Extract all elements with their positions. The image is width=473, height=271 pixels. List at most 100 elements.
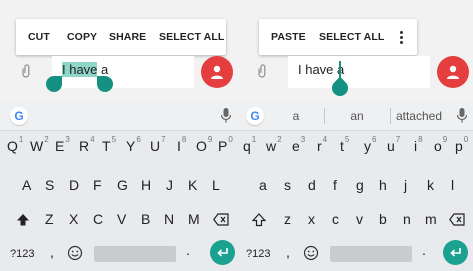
more-vert-icon[interactable]: [400, 31, 403, 46]
emoji-icon[interactable]: [67, 245, 83, 261]
mic-icon[interactable]: [221, 108, 231, 124]
paste-button[interactable]: PASTE: [271, 19, 306, 55]
spacebar[interactable]: [330, 246, 412, 262]
comma-key[interactable]: ,: [50, 244, 54, 260]
key-j[interactable]: j: [404, 177, 407, 193]
key-w[interactable]: W2: [30, 135, 49, 154]
keyboard: G a an attached q1 w2 e3 r4 t5 y6 u7 i8 …: [236, 102, 473, 271]
google-icon[interactable]: G: [246, 107, 264, 125]
key-hint: 5: [111, 135, 117, 144]
google-icon[interactable]: G: [10, 107, 28, 125]
person-icon: [447, 65, 459, 79]
key-o[interactable]: O9: [196, 135, 212, 154]
key-s[interactable]: s: [284, 177, 291, 193]
text-selection-menu: CUT COPY SHARE SELECT ALL: [16, 19, 226, 55]
suggestion-3[interactable]: attached: [392, 102, 446, 130]
key-s[interactable]: S: [45, 177, 54, 193]
key-c[interactable]: C: [93, 211, 103, 227]
key-o[interactable]: o9: [434, 135, 447, 154]
key-v[interactable]: V: [117, 211, 126, 227]
comma-key[interactable]: ,: [286, 244, 290, 260]
share-button[interactable]: SHARE: [109, 19, 146, 55]
selection-end-handle[interactable]: [97, 76, 113, 92]
emoji-icon[interactable]: [303, 245, 319, 261]
key-f[interactable]: F: [93, 177, 102, 193]
key-h[interactable]: H: [141, 177, 151, 193]
enter-button[interactable]: [443, 240, 468, 265]
contact-avatar-button[interactable]: [201, 56, 233, 88]
period-key[interactable]: .: [186, 242, 190, 258]
key-l[interactable]: L: [212, 177, 220, 193]
key-t[interactable]: T5: [102, 135, 117, 154]
key-p[interactable]: p0: [455, 135, 468, 154]
paperclip-icon[interactable]: [20, 64, 34, 78]
key-h[interactable]: h: [379, 177, 387, 193]
key-g[interactable]: G: [117, 177, 128, 193]
backspace-icon[interactable]: [213, 213, 229, 226]
cut-button[interactable]: CUT: [28, 19, 50, 55]
key-b[interactable]: b: [379, 211, 387, 227]
backspace-icon[interactable]: [449, 213, 465, 226]
key-l[interactable]: l: [451, 177, 454, 193]
key-r[interactable]: r4: [317, 135, 327, 154]
selection-start-handle[interactable]: [46, 76, 62, 92]
enter-icon: [217, 248, 228, 257]
message-input[interactable]: I have a: [288, 56, 430, 88]
key-k[interactable]: k: [427, 177, 434, 193]
key-x[interactable]: X: [69, 211, 78, 227]
key-e[interactable]: E3: [55, 135, 70, 154]
key-q[interactable]: q1: [243, 135, 256, 154]
key-y[interactable]: y6: [364, 135, 376, 154]
key-n[interactable]: N: [164, 211, 174, 227]
key-w[interactable]: w2: [266, 135, 282, 154]
key-i[interactable]: i8: [414, 135, 423, 154]
key-k[interactable]: K: [188, 177, 197, 193]
key-p[interactable]: P0: [218, 135, 233, 154]
key-r[interactable]: R4: [79, 135, 95, 154]
key-q[interactable]: Q1: [7, 135, 23, 154]
key-m[interactable]: M: [188, 211, 200, 227]
key-t[interactable]: t5: [340, 135, 349, 154]
symbols-key[interactable]: ?123: [10, 248, 34, 260]
copy-button[interactable]: COPY: [67, 19, 97, 55]
period-key[interactable]: .: [422, 242, 426, 258]
shift-icon[interactable]: [252, 213, 266, 227]
key-d[interactable]: d: [308, 177, 316, 193]
input-text: I have a: [62, 62, 108, 77]
key-z[interactable]: z: [284, 211, 291, 227]
suggestion-2[interactable]: an: [332, 102, 382, 130]
key-a[interactable]: a: [259, 177, 267, 193]
key-hint: 4: [90, 135, 95, 144]
key-j[interactable]: J: [166, 177, 173, 193]
key-v[interactable]: v: [356, 211, 363, 227]
suggestion-1[interactable]: a: [276, 102, 316, 130]
key-c[interactable]: c: [332, 211, 339, 227]
shift-icon[interactable]: [16, 213, 30, 227]
symbols-key[interactable]: ?123: [246, 248, 270, 260]
key-b[interactable]: B: [141, 211, 150, 227]
key-label: u: [387, 138, 395, 154]
key-m[interactable]: m: [425, 211, 437, 227]
mic-icon[interactable]: [457, 108, 467, 124]
key-hint: 0: [228, 135, 233, 144]
enter-button[interactable]: [210, 240, 235, 265]
contact-avatar-button[interactable]: [437, 56, 469, 88]
key-g[interactable]: g: [356, 177, 364, 193]
message-input[interactable]: I have a: [52, 56, 194, 88]
spacebar[interactable]: [94, 246, 176, 262]
key-y[interactable]: Y6: [126, 135, 141, 154]
paperclip-icon[interactable]: [256, 64, 270, 78]
key-e[interactable]: e3: [292, 135, 305, 154]
key-u[interactable]: u7: [387, 135, 400, 154]
key-z[interactable]: Z: [45, 211, 54, 227]
key-d[interactable]: D: [69, 177, 79, 193]
select-all-button[interactable]: SELECT ALL: [159, 19, 224, 55]
enter-icon: [450, 248, 461, 257]
key-f[interactable]: f: [333, 177, 337, 193]
select-all-button[interactable]: SELECT ALL: [319, 19, 384, 55]
key-u[interactable]: U7: [150, 135, 166, 154]
key-i[interactable]: I8: [177, 135, 186, 154]
key-a[interactable]: A: [22, 177, 31, 193]
key-n[interactable]: n: [403, 211, 411, 227]
key-x[interactable]: x: [308, 211, 315, 227]
